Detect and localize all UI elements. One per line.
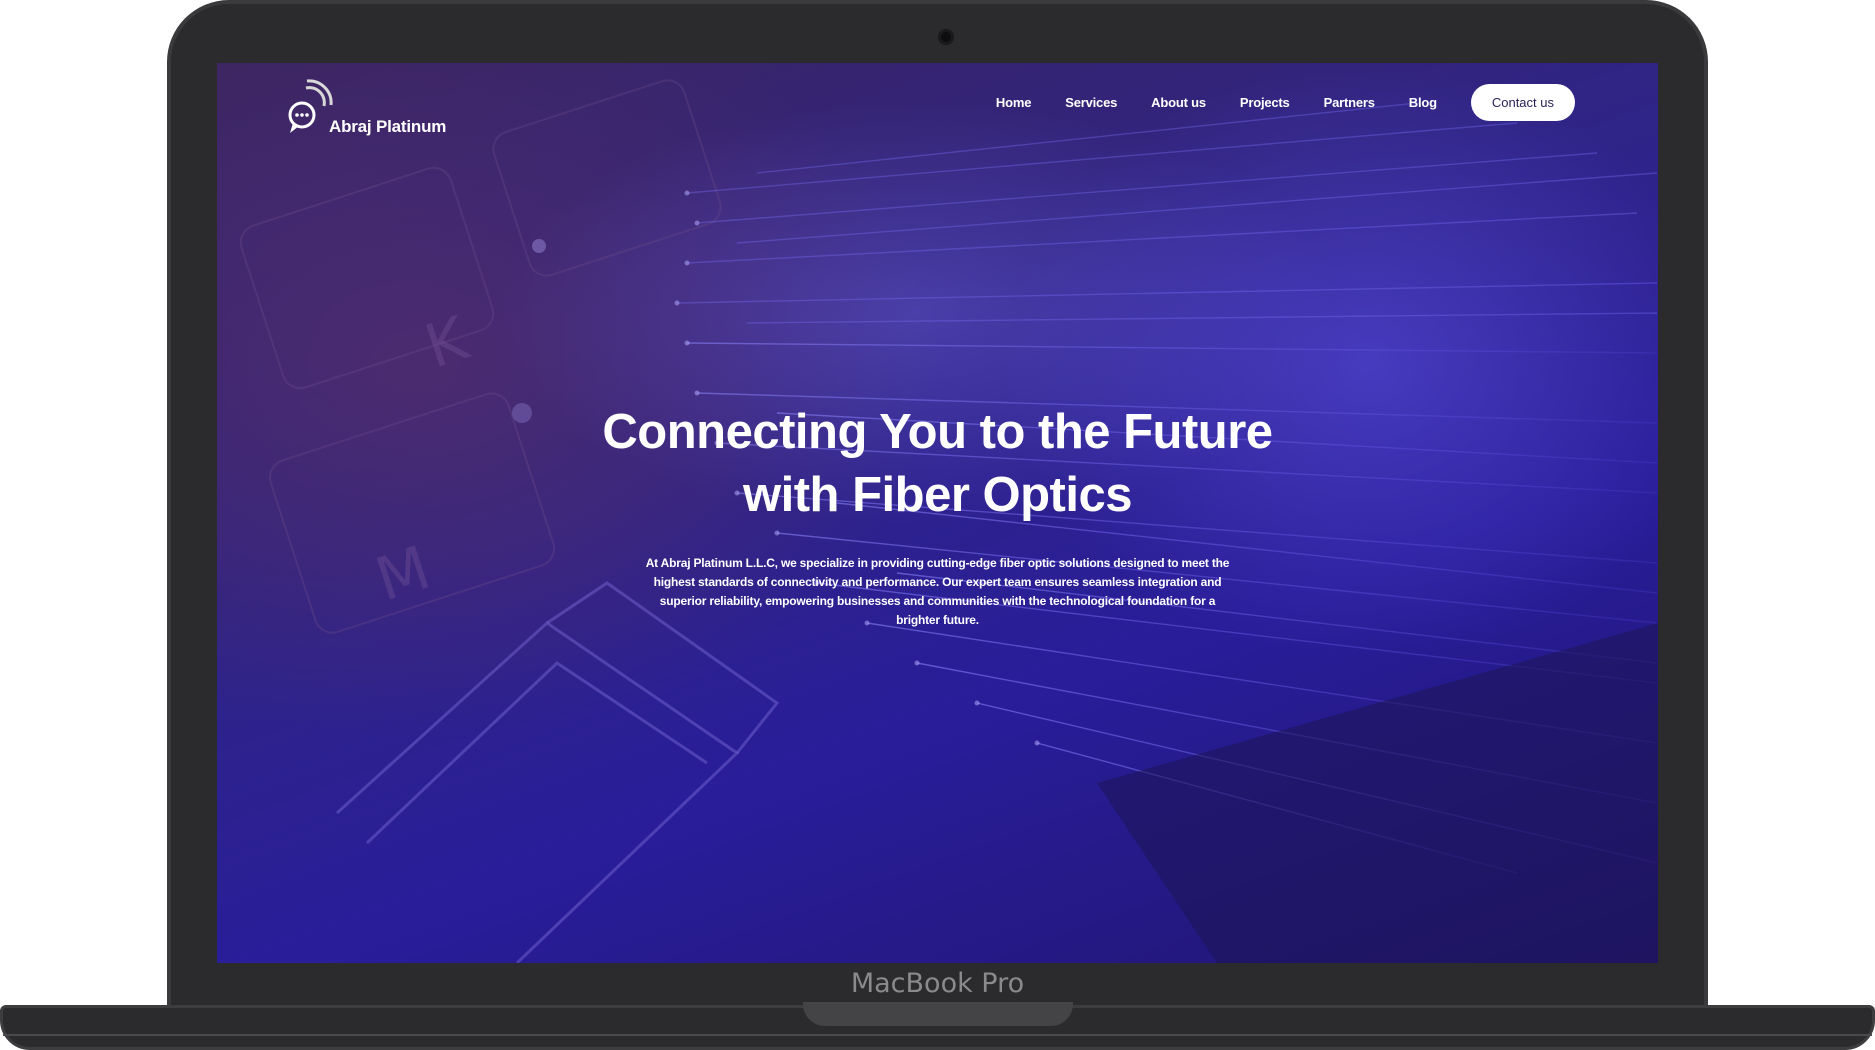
chat-bubble-wifi-icon — [287, 77, 335, 139]
nav-projects[interactable]: Projects — [1240, 95, 1290, 110]
device-model-label: MacBook Pro — [850, 968, 1025, 999]
nav-services[interactable]: Services — [1065, 95, 1117, 110]
nav-about-us[interactable]: About us — [1151, 95, 1206, 110]
nav-blog[interactable]: Blog — [1409, 95, 1437, 110]
website-screen: K M Abraj Platinum Home Services About u… — [217, 63, 1658, 963]
hero-title-line-1: Connecting You to the Future — [602, 405, 1273, 459]
svg-text:K: K — [417, 303, 478, 382]
nav-home[interactable]: Home — [996, 95, 1032, 110]
hero-description: At Abraj Platinum L.L.C, we specialize i… — [645, 556, 1230, 627]
hero-title-line-2: with Fiber Optics — [743, 468, 1132, 522]
keyboard-keys — [239, 79, 722, 634]
laptop-mockup: K M Abraj Platinum Home Services About u… — [0, 0, 1875, 1050]
hero-title: Connecting You to the Future with Fiber … — [217, 401, 1658, 527]
main-navigation: Home Services About us Projects Partners… — [996, 84, 1575, 121]
camera-icon — [938, 29, 954, 45]
nav-partners[interactable]: Partners — [1324, 95, 1375, 110]
ethernet-connector — [335, 581, 780, 963]
contact-us-button[interactable]: Contact us — [1470, 84, 1575, 121]
laptop-hinge-notch — [803, 1002, 1073, 1026]
brand-logo[interactable]: Abraj Platinum — [287, 69, 446, 139]
brand-name: Abraj Platinum — [329, 117, 447, 136]
